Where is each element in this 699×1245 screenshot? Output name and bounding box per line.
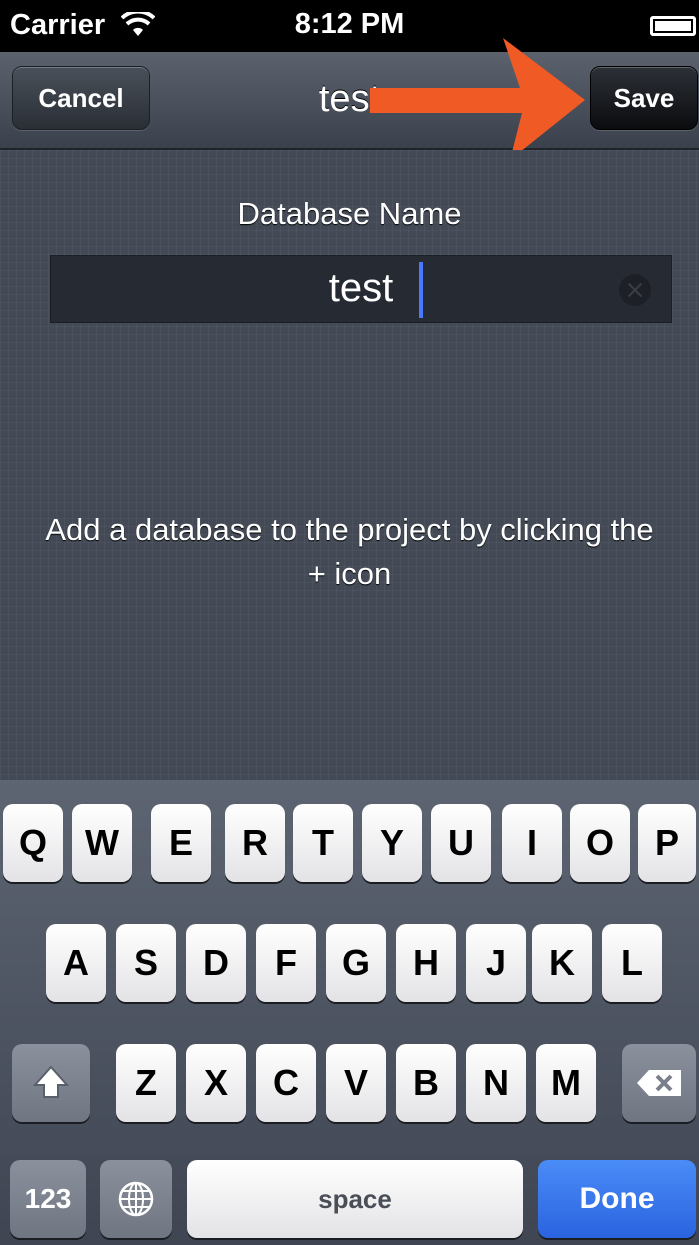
clear-icon[interactable] [619,274,651,306]
done-key[interactable]: Done [538,1160,696,1238]
backspace-icon [637,1070,681,1096]
key-h[interactable]: H [396,924,456,1002]
key-d[interactable]: D [186,924,246,1002]
key-b[interactable]: B [396,1044,456,1122]
globe-key[interactable] [100,1160,172,1238]
key-g[interactable]: G [326,924,386,1002]
key-x[interactable]: X [186,1044,246,1122]
hint-text: Add a database to the project by clickin… [45,512,654,591]
save-button[interactable]: Save [590,66,698,130]
key-r[interactable]: R [225,804,285,882]
shift-icon [32,1065,70,1098]
key-s[interactable]: S [116,924,176,1002]
key-p[interactable]: P [638,804,696,882]
key-q[interactable]: Q [3,804,63,882]
key-o[interactable]: O [570,804,630,882]
key-w[interactable]: W [72,804,132,882]
database-name-value: test [328,266,394,310]
key-u[interactable]: U [431,804,491,882]
key-f[interactable]: F [256,924,316,1002]
navigation-bar: Cancel test Save [0,52,699,150]
globe-icon [118,1181,154,1217]
arrow-right-icon [370,38,585,160]
key-t[interactable]: T [293,804,353,882]
key-m[interactable]: M [536,1044,596,1122]
key-e[interactable]: E [151,804,211,882]
status-bar: Carrier 8:12 PM [0,0,699,52]
delete-key[interactable] [622,1044,696,1122]
space-key[interactable]: space [187,1160,523,1238]
battery-icon [650,16,696,36]
clock: 8:12 PM [294,8,405,40]
shift-key[interactable] [12,1044,90,1122]
form-area: Database Name test Add a database to the… [0,150,699,780]
key-i[interactable]: I [502,804,562,882]
key-v[interactable]: V [326,1044,386,1122]
database-name-input[interactable]: test [50,255,672,323]
key-n[interactable]: N [466,1044,526,1122]
key-a[interactable]: A [46,924,106,1002]
database-name-label: Database Name [237,196,462,231]
numbers-key[interactable]: 123 [10,1160,86,1238]
key-y[interactable]: Y [362,804,422,882]
key-c[interactable]: C [256,1044,316,1122]
text-cursor [419,262,423,318]
key-z[interactable]: Z [116,1044,176,1122]
key-k[interactable]: K [532,924,592,1002]
key-l[interactable]: L [602,924,662,1002]
keyboard: Q W E R T Y U I O P A S D F G H J K L Z … [0,780,699,1245]
key-j[interactable]: J [466,924,526,1002]
